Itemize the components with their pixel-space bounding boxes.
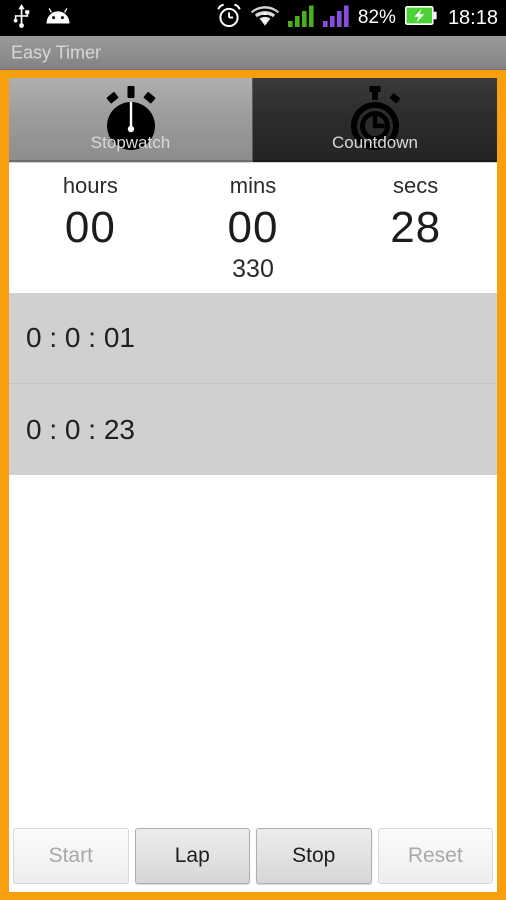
millis-spacer-right: [334, 253, 497, 285]
reset-button-label: Reset: [407, 844, 463, 867]
android-robot-icon: [45, 7, 71, 29]
tab-countdown[interactable]: Countdown: [253, 78, 497, 162]
empty-content-area: [9, 475, 497, 828]
start-button[interactable]: Start: [13, 828, 129, 884]
app-title-bar: Easy Timer: [0, 36, 506, 70]
battery-percent-label: 82%: [357, 7, 396, 28]
timer-column-secs[interactable]: secs 28: [334, 171, 497, 255]
tab-stopwatch-label: Stopwatch: [90, 133, 171, 152]
stop-button[interactable]: Stop: [256, 828, 372, 884]
start-button-label: Start: [48, 844, 93, 867]
secs-label: secs: [393, 173, 439, 198]
millis-spacer-left: [9, 253, 172, 285]
status-bar-clock: 18:18: [447, 7, 498, 29]
timer-column-mins[interactable]: mins 00: [172, 171, 335, 255]
cellular-signal-icon-1: [287, 5, 314, 32]
reset-button[interactable]: Reset: [377, 828, 493, 884]
alarm-clock-icon: [216, 3, 242, 34]
battery-charging-icon: [404, 6, 437, 30]
mins-value: 00: [227, 203, 279, 252]
cellular-signal-icon-2: [322, 5, 349, 32]
lap-button-label: Lap: [174, 844, 210, 867]
mins-label: mins: [229, 173, 277, 198]
status-bar-left-icons: [12, 3, 71, 33]
lap-button[interactable]: Lap: [134, 828, 250, 884]
lap-list-item[interactable]: 0 : 0 : 01: [9, 293, 497, 384]
tab-stopwatch[interactable]: Stopwatch: [9, 78, 253, 162]
wifi-icon: [250, 5, 279, 32]
app-content: Stopwatch Countdown hours 00 mins 00 sec…: [9, 78, 497, 892]
milliseconds-row: 330: [9, 253, 497, 285]
lap-list[interactable]: 0 : 0 : 01 0 : 0 : 23: [9, 293, 497, 475]
lap-time: 0 : 0 : 01: [26, 322, 135, 353]
tab-countdown-label: Countdown: [331, 133, 418, 152]
lap-list-item[interactable]: 0 : 0 : 23: [9, 384, 497, 475]
device-screen: 82% 18:18 Easy Timer Stopwatch Countdown…: [0, 0, 506, 900]
timer-display: hours 00 mins 00 secs 28 330: [9, 163, 497, 285]
secs-value: 28: [390, 203, 442, 252]
timer-column-hours[interactable]: hours 00: [9, 171, 172, 255]
status-bar-right-icons: 82% 18:18: [216, 0, 498, 36]
stop-button-label: Stop: [292, 844, 336, 867]
milliseconds-value: 330: [232, 255, 274, 283]
status-bar: 82% 18:18: [0, 0, 506, 36]
app-title: Easy Timer: [11, 42, 102, 62]
usb-icon: [12, 3, 31, 33]
hours-label: hours: [62, 173, 118, 198]
tab-bar: Stopwatch Countdown: [9, 78, 497, 163]
app-orange-border: Stopwatch Countdown hours 00 mins 00 sec…: [0, 70, 506, 900]
timer-columns: hours 00 mins 00 secs 28: [9, 171, 497, 255]
control-button-bar: Start Lap Stop Reset: [9, 828, 497, 892]
lap-time: 0 : 0 : 23: [26, 413, 135, 445]
hours-value: 00: [64, 203, 116, 252]
milliseconds-wrap: 330: [172, 253, 335, 285]
